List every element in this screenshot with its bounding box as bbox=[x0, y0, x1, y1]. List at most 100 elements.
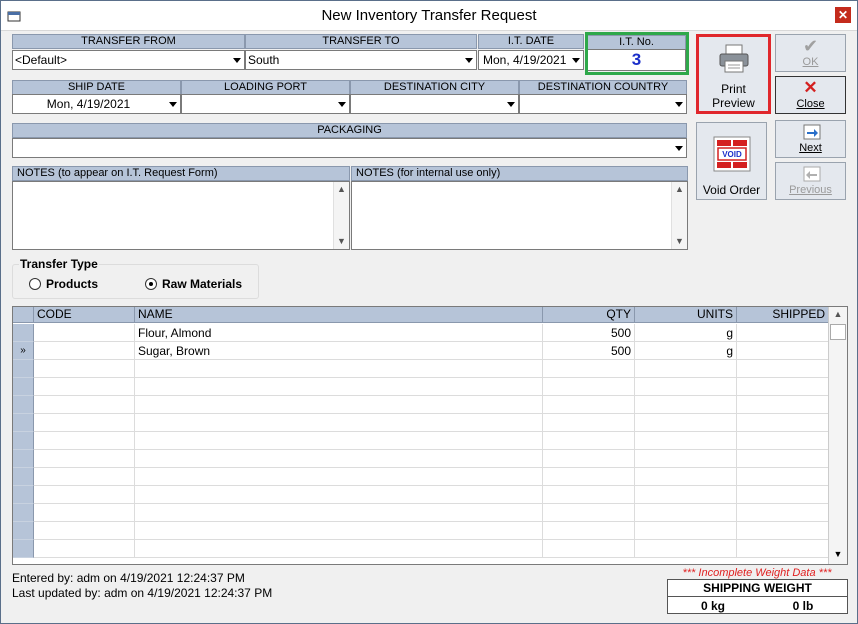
scroll-down-icon[interactable]: ▼ bbox=[672, 234, 687, 249]
row-selector[interactable] bbox=[13, 540, 34, 558]
col-shipped[interactable]: SHIPPED bbox=[737, 307, 829, 323]
scroll-up-icon[interactable]: ▲ bbox=[829, 307, 847, 324]
scroll-up-icon[interactable]: ▲ bbox=[334, 182, 349, 197]
cell-name[interactable] bbox=[135, 486, 543, 504]
cell-units[interactable] bbox=[635, 504, 737, 522]
cell-name[interactable]: Flour, Almond bbox=[135, 324, 543, 342]
next-button[interactable]: Next bbox=[775, 120, 846, 158]
table-row[interactable] bbox=[13, 432, 829, 450]
cell-qty[interactable] bbox=[543, 486, 635, 504]
cell-units[interactable] bbox=[635, 396, 737, 414]
cell-units[interactable] bbox=[635, 522, 737, 540]
cell-qty[interactable] bbox=[543, 414, 635, 432]
cell-units[interactable] bbox=[635, 468, 737, 486]
cell-qty[interactable]: 500 bbox=[543, 342, 635, 360]
scroll-down-icon[interactable]: ▼ bbox=[829, 547, 847, 564]
cell-name[interactable] bbox=[135, 360, 543, 378]
cell-shipped[interactable] bbox=[737, 396, 829, 414]
table-row[interactable] bbox=[13, 378, 829, 396]
row-selector[interactable] bbox=[13, 504, 34, 522]
table-row[interactable] bbox=[13, 522, 829, 540]
cell-code[interactable] bbox=[34, 324, 135, 342]
chevron-down-icon[interactable] bbox=[165, 95, 180, 113]
cell-code[interactable] bbox=[34, 342, 135, 360]
row-selector[interactable] bbox=[13, 450, 34, 468]
print-preview-button[interactable]: Print Preview bbox=[696, 34, 771, 114]
window-close-icon[interactable]: ✕ bbox=[835, 7, 851, 23]
cell-units[interactable]: g bbox=[635, 342, 737, 360]
cell-qty[interactable] bbox=[543, 522, 635, 540]
cell-shipped[interactable] bbox=[737, 486, 829, 504]
cell-name[interactable] bbox=[135, 540, 543, 558]
cell-name[interactable] bbox=[135, 414, 543, 432]
table-row[interactable] bbox=[13, 414, 829, 432]
cell-shipped[interactable] bbox=[737, 360, 829, 378]
cell-code[interactable] bbox=[34, 432, 135, 450]
void-order-button[interactable]: VOID Void Order bbox=[696, 122, 767, 200]
row-selector[interactable] bbox=[13, 522, 34, 540]
cell-units[interactable] bbox=[635, 540, 737, 558]
table-row[interactable] bbox=[13, 486, 829, 504]
table-row[interactable] bbox=[13, 450, 829, 468]
cell-code[interactable] bbox=[34, 450, 135, 468]
notes-form-scrollbar[interactable]: ▲ ▼ bbox=[333, 182, 349, 249]
notes-internal-textarea[interactable]: ▲ ▼ bbox=[351, 181, 688, 250]
row-selector[interactable] bbox=[13, 432, 34, 450]
table-row[interactable]: » Sugar, Brown 500 g bbox=[13, 342, 829, 360]
cell-code[interactable] bbox=[34, 396, 135, 414]
cell-name[interactable] bbox=[135, 396, 543, 414]
cell-units[interactable] bbox=[635, 450, 737, 468]
col-code[interactable]: CODE bbox=[34, 307, 135, 323]
close-button[interactable]: ✕ Close bbox=[775, 76, 846, 114]
cell-shipped[interactable] bbox=[737, 432, 829, 450]
scroll-up-icon[interactable]: ▲ bbox=[672, 182, 687, 197]
table-row[interactable] bbox=[13, 396, 829, 414]
destination-country-combo[interactable] bbox=[519, 94, 687, 114]
loading-port-combo[interactable] bbox=[181, 94, 350, 114]
chevron-down-icon[interactable] bbox=[671, 139, 686, 157]
row-selector[interactable] bbox=[13, 324, 34, 342]
col-units[interactable]: UNITS bbox=[635, 307, 737, 323]
cell-code[interactable] bbox=[34, 522, 135, 540]
transfer-to-combo[interactable]: South bbox=[245, 50, 477, 70]
cell-units[interactable] bbox=[635, 486, 737, 504]
cell-qty[interactable]: 500 bbox=[543, 324, 635, 342]
cell-code[interactable] bbox=[34, 540, 135, 558]
chevron-down-icon[interactable] bbox=[334, 95, 349, 113]
notes-form-textarea[interactable]: ▲ ▼ bbox=[12, 181, 350, 250]
notes-internal-scrollbar[interactable]: ▲ ▼ bbox=[671, 182, 687, 249]
cell-name[interactable] bbox=[135, 504, 543, 522]
row-selector[interactable] bbox=[13, 486, 34, 504]
cell-code[interactable] bbox=[34, 360, 135, 378]
transfer-from-combo[interactable]: <Default> bbox=[12, 50, 245, 70]
cell-qty[interactable] bbox=[543, 378, 635, 396]
cell-name[interactable] bbox=[135, 468, 543, 486]
cell-shipped[interactable] bbox=[737, 324, 829, 342]
col-name[interactable]: NAME bbox=[135, 307, 543, 323]
radio-raw-materials-circle[interactable] bbox=[145, 278, 157, 290]
table-row[interactable] bbox=[13, 360, 829, 378]
table-row[interactable] bbox=[13, 504, 829, 522]
row-selector[interactable] bbox=[13, 378, 34, 396]
col-qty[interactable]: QTY bbox=[543, 307, 635, 323]
packaging-combo[interactable] bbox=[12, 138, 687, 158]
cell-name[interactable] bbox=[135, 432, 543, 450]
cell-shipped[interactable] bbox=[737, 342, 829, 360]
scroll-down-icon[interactable]: ▼ bbox=[334, 234, 349, 249]
table-row[interactable]: Flour, Almond 500 g bbox=[13, 324, 829, 342]
cell-code[interactable] bbox=[34, 468, 135, 486]
cell-shipped[interactable] bbox=[737, 378, 829, 396]
cell-units[interactable] bbox=[635, 432, 737, 450]
cell-qty[interactable] bbox=[543, 450, 635, 468]
row-selector[interactable] bbox=[13, 468, 34, 486]
chevron-down-icon[interactable] bbox=[229, 51, 244, 69]
table-row[interactable] bbox=[13, 468, 829, 486]
cell-shipped[interactable] bbox=[737, 414, 829, 432]
cell-shipped[interactable] bbox=[737, 450, 829, 468]
cell-qty[interactable] bbox=[543, 396, 635, 414]
cell-shipped[interactable] bbox=[737, 522, 829, 540]
cell-units[interactable]: g bbox=[635, 324, 737, 342]
ship-date-picker[interactable]: Mon, 4/19/2021 bbox=[12, 94, 181, 114]
destination-city-combo[interactable] bbox=[350, 94, 519, 114]
cell-units[interactable] bbox=[635, 378, 737, 396]
